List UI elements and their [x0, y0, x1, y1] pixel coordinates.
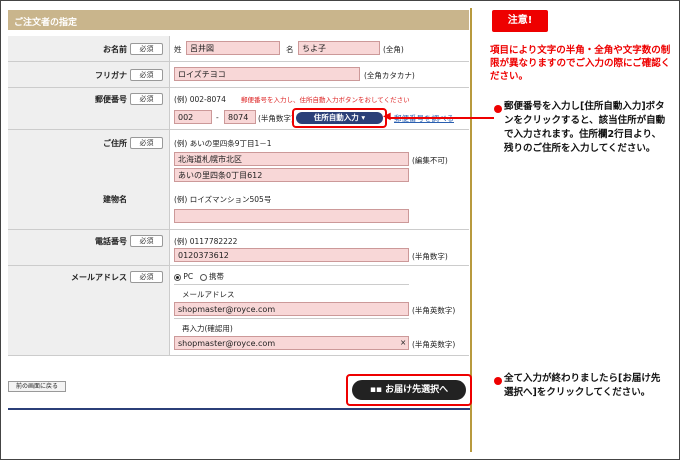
building-input[interactable]: [174, 209, 409, 223]
required-badge: 必須: [130, 43, 163, 55]
postal-dash: -: [216, 113, 219, 122]
mei-label: 名: [286, 45, 294, 54]
email-divider: [174, 318, 409, 319]
email-type-radios: PC 携帯: [174, 271, 224, 282]
phone-input[interactable]: 0120373612: [174, 248, 409, 262]
address-label-cell: ご住所 必須 建物名: [8, 130, 170, 229]
postal-input-2[interactable]: 8074: [224, 110, 256, 124]
email-hint: (半角英数字): [412, 306, 456, 315]
email-field-label: メールアドレス: [182, 290, 235, 299]
email-label: メールアドレス: [71, 273, 127, 282]
building-example: (例) ロイズマンション505号: [174, 195, 272, 204]
address-line1-input: 北海道札幌市北区: [174, 152, 409, 166]
kana-label-cell: フリガナ 必須: [8, 62, 170, 87]
email-label-cell: メールアドレス 必須: [8, 266, 170, 355]
clear-icon[interactable]: ×: [400, 338, 406, 347]
radio-pc[interactable]: [174, 273, 181, 281]
required-badge: 必須: [130, 137, 163, 149]
email-confirm-input[interactable]: shopmaster@royce.com: [174, 336, 409, 350]
notice-text: 項目により文字の半角・全角や文字数の制限が異なりますのでご入力の際にご確認くださ…: [490, 45, 671, 82]
phone-hint: (半角数字): [412, 252, 448, 261]
arrow-line: [388, 117, 494, 119]
sei-input[interactable]: 呂井図: [186, 41, 280, 55]
required-badge: 必須: [130, 93, 163, 105]
radio-pc-label: PC: [183, 272, 194, 281]
phone-label-cell: 電話番号 必須: [8, 230, 170, 265]
postal-label: 郵便番号: [95, 95, 127, 104]
kana-row: フリガナ 必須 ロイズチヨコ (全角カタカナ): [8, 62, 469, 88]
postal-note: 郵便番号を入力し[住所自動入力]ボタンをクリックすると、該当住所が自動で入力され…: [504, 101, 666, 154]
auto-address-button-label: 住所自動入力: [313, 113, 359, 122]
next-note: 全て入力が終わりましたら[お届け先選択へ]をクリックしてください。: [504, 373, 661, 398]
email-row: メールアドレス 必須 PC 携帯 メールアドレス shopmaster@royc…: [8, 266, 469, 356]
phone-example: (例) 0117782222: [174, 237, 238, 246]
next-button-highlight[interactable]: ▪▪ お届け先選択へ: [346, 374, 472, 406]
section-header: ご注文者の指定: [8, 10, 469, 30]
back-button[interactable]: 前の画面に戻る: [8, 381, 66, 392]
required-badge: 必須: [130, 235, 163, 247]
next-button[interactable]: ▪▪ お届け先選択へ: [352, 380, 466, 400]
address-label: ご住所: [103, 139, 127, 148]
phone-row: 電話番号 必須 (例) 0117782222 0120373612 (半角数字): [8, 230, 469, 266]
next-button-label: お届け先選択へ: [385, 385, 449, 395]
footer-line: [8, 408, 470, 410]
radio-mobile-label: 携帯: [208, 272, 224, 281]
address-line2-input[interactable]: あいの里四条0丁目612: [174, 168, 409, 182]
sei-label: 姓: [174, 45, 182, 54]
bullet-icon: [494, 377, 502, 385]
email-input[interactable]: shopmaster@royce.com: [174, 302, 409, 316]
radio-mobile[interactable]: [199, 273, 207, 281]
postal-input-1[interactable]: 002: [174, 110, 212, 124]
name-row: お名前 必須 姓 呂井図 名 ちよ子 (全角): [8, 36, 469, 62]
address-row: ご住所 必須 建物名 (例) あいの里四条9丁目1－1 北海道札幌市北区 (編集…: [8, 130, 469, 230]
kana-hint: (全角カタカナ): [364, 71, 415, 80]
kana-input[interactable]: ロイズチヨコ: [174, 67, 360, 81]
grid-icon: ▪▪: [369, 385, 386, 395]
mei-input[interactable]: ちよ子: [298, 41, 380, 55]
auto-address-button[interactable]: 住所自動入力 ▾: [296, 112, 383, 124]
postal-row: 郵便番号 必須 (例) 002-8074 郵便番号を入力し、住所自動入力ボタンを…: [8, 88, 469, 130]
name-label-cell: お名前 必須: [8, 36, 170, 61]
required-badge: 必須: [130, 69, 163, 81]
address-line1-hint: (編集不可): [412, 156, 448, 165]
notice-badge: 注意!: [492, 10, 548, 32]
chevron-down-icon: ▾: [361, 113, 366, 122]
name-hint: (全角): [383, 45, 404, 54]
building-label: 建物名: [103, 195, 127, 204]
arrow-head-icon: ◀: [383, 111, 391, 122]
name-label: お名前: [103, 45, 127, 54]
section-title: ご注文者の指定: [14, 18, 78, 28]
email-divider: [174, 284, 409, 285]
postal-label-cell: 郵便番号 必須: [8, 88, 170, 129]
phone-label: 電話番号: [95, 237, 127, 246]
auto-address-button-highlight[interactable]: 住所自動入力 ▾: [292, 108, 387, 128]
address-example: (例) あいの里四条9丁目1－1: [174, 139, 272, 148]
bullet-icon: [494, 105, 502, 113]
email-confirm-hint: (半角英数字): [412, 340, 456, 349]
postal-instruction: 郵便番号を入力し、住所自動入力ボタンをおしてください: [241, 96, 410, 104]
kana-label: フリガナ: [95, 71, 127, 80]
email-confirm-label: 再入力(確認用): [182, 324, 233, 333]
required-badge: 必須: [130, 271, 163, 283]
postal-hint: (半角数字): [258, 114, 294, 123]
postal-example: (例) 002-8074: [174, 95, 226, 104]
